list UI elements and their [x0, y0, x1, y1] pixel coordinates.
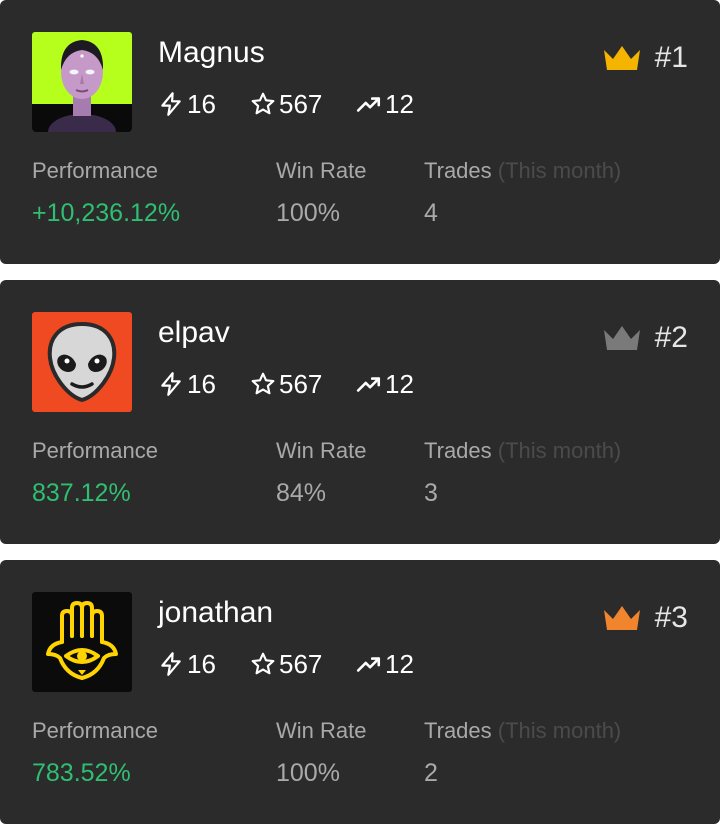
- rank-number: #2: [654, 321, 688, 354]
- trending-up-icon: [356, 651, 382, 677]
- performance-value: +10,236.12%: [32, 199, 181, 227]
- trader-card-3[interactable]: jonathan 16 567 12 #3 Performance Win Ra…: [0, 560, 720, 824]
- crown-gold-icon: [601, 43, 643, 73]
- stat-star-value: 567: [279, 89, 323, 119]
- star-icon: [250, 651, 276, 677]
- trades-label: Trades (This month): [424, 158, 621, 184]
- stat-star: 567: [250, 648, 322, 680]
- stat-trend: 12: [356, 368, 414, 400]
- stat-star: 567: [250, 88, 322, 120]
- win-rate-label: Win Rate: [276, 718, 367, 743]
- trades-label-text: Trades: [424, 158, 492, 183]
- trades-value: 3: [424, 479, 438, 507]
- portrait-avatar: [32, 32, 132, 132]
- win-rate-label: Win Rate: [276, 158, 367, 183]
- star-icon: [250, 371, 276, 397]
- bolt-icon: [158, 371, 184, 397]
- trades-period-label: (This month): [497, 718, 622, 743]
- stat-bolt: 16: [158, 88, 216, 120]
- stat-trend-value: 12: [385, 369, 414, 399]
- performance-label: Performance: [32, 438, 158, 463]
- stat-trend: 12: [356, 88, 414, 120]
- rank-badge: #1: [601, 36, 688, 80]
- stat-star: 567: [250, 368, 322, 400]
- username[interactable]: Magnus: [158, 38, 265, 68]
- bolt-icon: [158, 91, 184, 117]
- crown-bronze-icon: [601, 603, 643, 633]
- trader-card-1[interactable]: Magnus 16 567 12 #1 Performance Win Rate…: [0, 0, 720, 264]
- trades-label: Trades (This month): [424, 438, 621, 464]
- rank-number: #1: [654, 41, 688, 74]
- star-icon: [250, 91, 276, 117]
- performance-value: 837.12%: [32, 479, 131, 507]
- crown-silver-icon: [601, 323, 643, 353]
- trades-label-text: Trades: [424, 718, 492, 743]
- win-rate-value: 100%: [276, 759, 340, 787]
- win-rate-value: 100%: [276, 199, 340, 227]
- hamsa-avatar: [32, 592, 132, 692]
- win-rate-value: 84%: [276, 479, 327, 507]
- stat-trend: 12: [356, 648, 414, 680]
- stat-bolt-value: 16: [187, 89, 216, 119]
- stat-bolt-value: 16: [187, 369, 216, 399]
- performance-value: 783.52%: [32, 759, 131, 787]
- stat-trend-value: 12: [385, 89, 414, 119]
- username[interactable]: jonathan: [158, 598, 273, 628]
- alien-avatar: [32, 312, 132, 412]
- trending-up-icon: [356, 371, 382, 397]
- stat-bolt: 16: [158, 368, 216, 400]
- username[interactable]: elpav: [158, 318, 230, 348]
- trades-label-text: Trades: [424, 438, 492, 463]
- trending-up-icon: [356, 91, 382, 117]
- performance-label: Performance: [32, 718, 158, 743]
- trades-value: 4: [424, 199, 438, 227]
- rank-badge: #2: [601, 316, 688, 360]
- trades-period-label: (This month): [497, 438, 622, 463]
- trades-period-label: (This month): [497, 158, 622, 183]
- rank-number: #3: [654, 601, 688, 634]
- bolt-icon: [158, 651, 184, 677]
- win-rate-label: Win Rate: [276, 438, 367, 463]
- performance-label: Performance: [32, 158, 158, 183]
- stat-bolt-value: 16: [187, 649, 216, 679]
- stat-star-value: 567: [279, 649, 323, 679]
- stat-bolt: 16: [158, 648, 216, 680]
- trades-value: 2: [424, 759, 438, 787]
- rank-badge: #3: [601, 596, 688, 640]
- trades-label: Trades (This month): [424, 718, 621, 744]
- stat-trend-value: 12: [385, 649, 414, 679]
- stat-star-value: 567: [279, 369, 323, 399]
- trader-card-2[interactable]: elpav 16 567 12 #2 Performance Win Rate …: [0, 280, 720, 544]
